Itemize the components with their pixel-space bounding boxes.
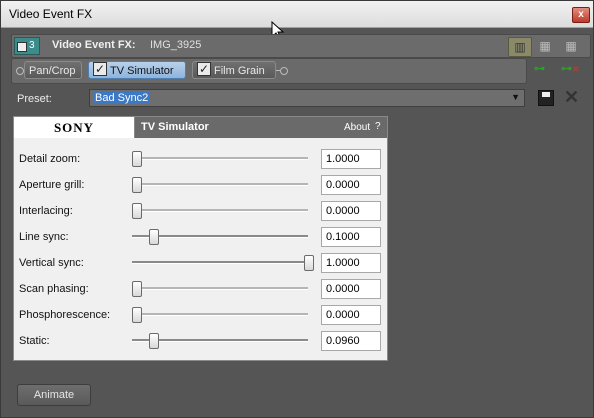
- param-row: Phosphorescence: 0.0000: [14, 302, 387, 328]
- title-bar: Video Event FX x: [1, 1, 593, 28]
- help-icon[interactable]: ?: [375, 121, 381, 132]
- param-slider-track[interactable]: [132, 157, 308, 160]
- param-slider-thumb[interactable]: [132, 281, 142, 297]
- param-label: Phosphorescence:: [19, 309, 111, 321]
- param-value-field[interactable]: 0.1000: [321, 227, 381, 247]
- delete-preset-icon[interactable]: ✕: [564, 87, 579, 108]
- param-slider-track[interactable]: [132, 313, 308, 316]
- sony-logo: SONY: [14, 117, 135, 138]
- param-slider-track[interactable]: [132, 261, 308, 264]
- param-value-field[interactable]: 0.0000: [321, 305, 381, 325]
- remove-plugin-icon[interactable]: ⊶✕: [561, 62, 580, 75]
- chain-start-icon: [16, 67, 24, 75]
- close-button[interactable]: x: [572, 7, 590, 23]
- grid-icon: ▦: [539, 39, 551, 53]
- grid-wide-view-button[interactable]: ▦: [560, 37, 582, 55]
- param-value-field[interactable]: 0.0000: [321, 279, 381, 299]
- param-row: Vertical sync: 1.0000: [14, 250, 387, 276]
- plugin-film-grain[interactable]: Film Grain: [192, 60, 276, 79]
- param-row: Interlacing: 0.0000: [14, 198, 387, 224]
- param-row: Line sync: 0.1000: [14, 224, 387, 250]
- param-slider-thumb[interactable]: [148, 333, 159, 349]
- param-label: Static:: [19, 335, 50, 347]
- grid-view-button[interactable]: ▦: [534, 37, 556, 55]
- param-slider-thumb[interactable]: [132, 177, 142, 193]
- preset-label: Preset:: [17, 93, 52, 105]
- save-preset-icon[interactable]: [538, 90, 554, 106]
- bypass-checkbox[interactable]: [93, 60, 107, 78]
- param-label: Vertical sync:: [19, 257, 84, 269]
- plugin-label: TV Simulator: [110, 65, 174, 77]
- chain-end-icon: [280, 67, 288, 75]
- fx-event-name: IMG_3925: [150, 39, 202, 51]
- panel-header: SONY TV Simulator About ?: [14, 117, 387, 138]
- fx-window: Video Event FX x 3 Video Event FX: IMG_3…: [0, 0, 594, 418]
- param-label: Line sync:: [19, 231, 69, 243]
- plugin-chain-icon[interactable]: ⊶: [534, 62, 545, 75]
- param-row: Detail zoom: 1.0000: [14, 146, 387, 172]
- param-slider-track[interactable]: [132, 209, 308, 212]
- preset-dropdown[interactable]: Bad Sync2 ▼: [89, 89, 525, 107]
- param-slider-thumb[interactable]: [132, 307, 142, 323]
- grid-wide-icon: ▦: [565, 39, 577, 53]
- param-slider-thumb[interactable]: [132, 203, 142, 219]
- bypass-checkbox[interactable]: [197, 60, 211, 78]
- param-value-field[interactable]: 1.0000: [321, 149, 381, 169]
- window-title: Video Event FX: [9, 7, 93, 21]
- plugin-label: Pan/Crop: [29, 65, 76, 77]
- animate-button[interactable]: Animate: [17, 384, 91, 406]
- chevron-down-icon: ▼: [511, 92, 520, 102]
- param-slider-track[interactable]: [132, 287, 308, 290]
- track-badge: 3: [14, 37, 40, 55]
- plugin-tv-simulator[interactable]: TV Simulator: [88, 60, 186, 79]
- fx-header: 3 Video Event FX: IMG_3925 ▥ ▦ ▦: [11, 34, 591, 58]
- single-panel-view-button[interactable]: ▥: [508, 37, 532, 57]
- preset-value: Bad Sync2: [94, 92, 150, 104]
- param-value-field[interactable]: 0.0000: [321, 201, 381, 221]
- param-row: Static: 0.0960: [14, 328, 387, 354]
- param-label: Detail zoom:: [19, 153, 81, 165]
- fx-label: Video Event FX:: [52, 39, 136, 51]
- param-row: Scan phasing: 0.0000: [14, 276, 387, 302]
- track-number: 3: [29, 40, 35, 51]
- param-label: Interlacing:: [19, 205, 73, 217]
- param-slider-thumb[interactable]: [132, 151, 142, 167]
- single-panel-icon: ▥: [514, 40, 526, 54]
- plugin-title: TV Simulator: [141, 121, 209, 133]
- param-value-field[interactable]: 1.0000: [321, 253, 381, 273]
- param-value-field[interactable]: 0.0000: [321, 175, 381, 195]
- param-label: Scan phasing:: [19, 283, 89, 295]
- param-slider-thumb[interactable]: [304, 255, 314, 271]
- param-slider-track[interactable]: [132, 183, 308, 186]
- track-icon: [17, 42, 27, 52]
- param-slider-thumb[interactable]: [149, 229, 160, 245]
- plugin-pan-crop[interactable]: Pan/Crop: [24, 61, 82, 79]
- plugin-panel: SONY TV Simulator About ? Detail zoom: 1…: [13, 116, 388, 361]
- param-row: Aperture grill: 0.0000: [14, 172, 387, 198]
- plugin-chain: Pan/Crop TV Simulator Film Grain: [11, 58, 527, 84]
- param-label: Aperture grill:: [19, 179, 85, 191]
- about-link[interactable]: About: [344, 122, 370, 133]
- plugin-label: Film Grain: [214, 65, 265, 77]
- param-value-field[interactable]: 0.0960: [321, 331, 381, 351]
